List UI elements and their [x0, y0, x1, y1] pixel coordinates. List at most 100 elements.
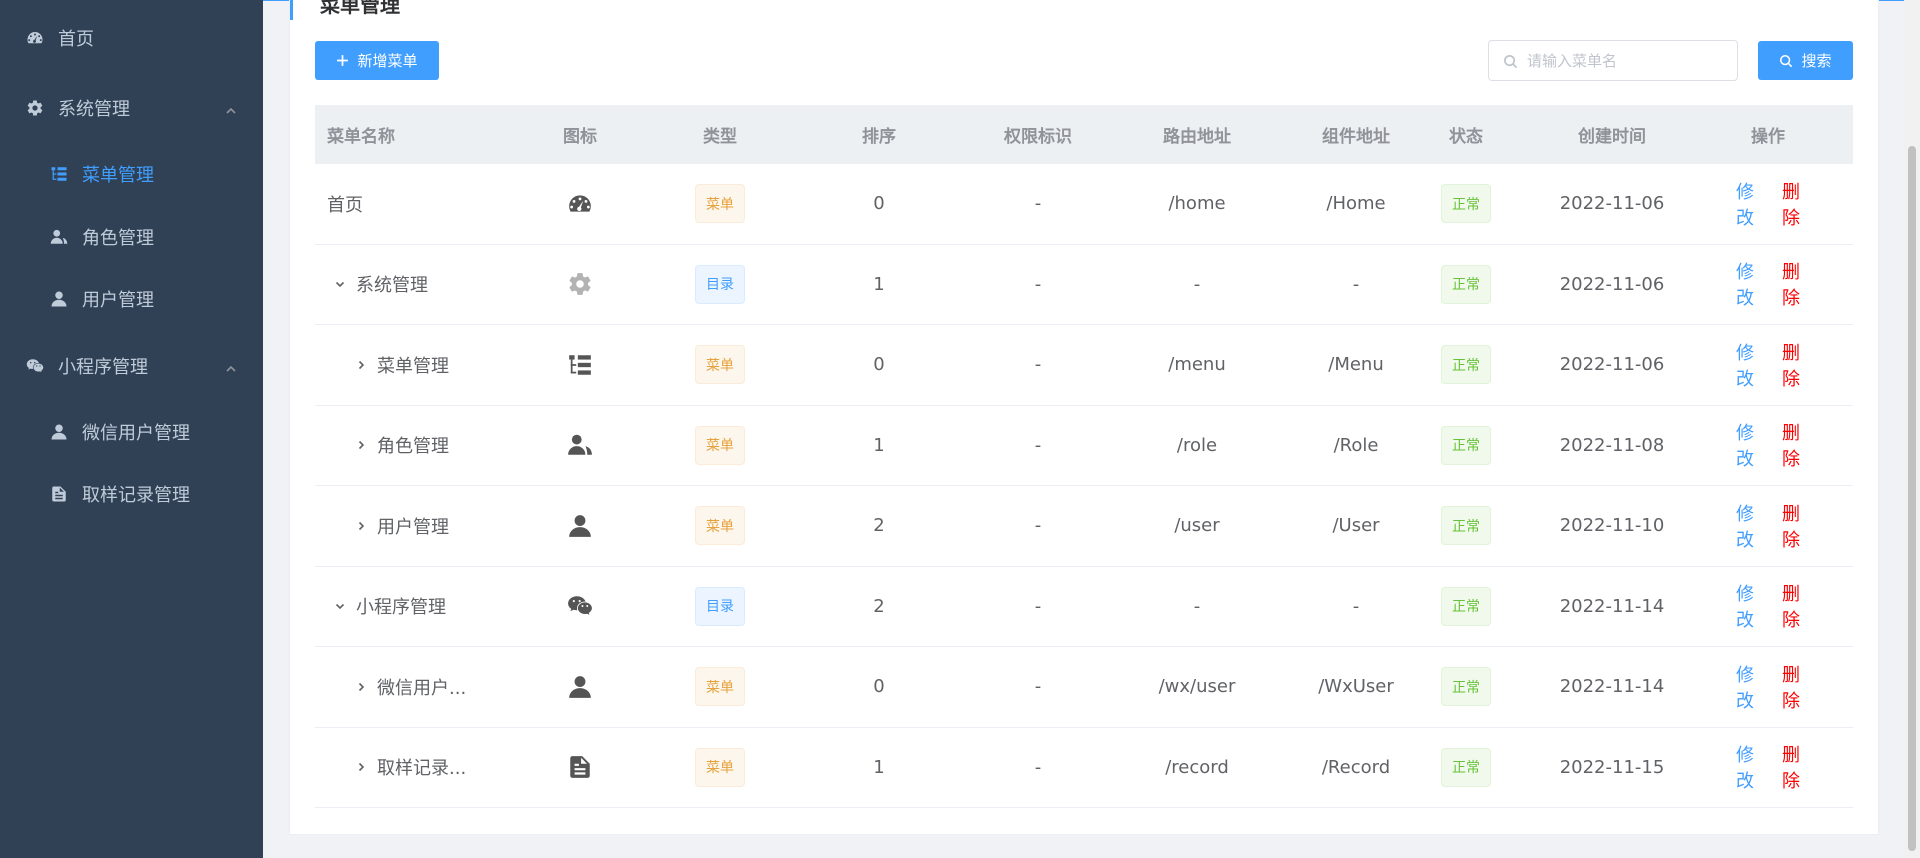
sidebar-item-sample-record-management[interactable]: 取样记录管理	[0, 466, 263, 522]
sidebar-item-label: 小程序管理	[58, 357, 148, 378]
row-name: 小程序管理	[356, 597, 446, 619]
row-path: /role	[1176, 434, 1218, 456]
sidebar-item-home[interactable]: 首页	[0, 10, 263, 66]
sidebar-item-label: 系统管理	[58, 99, 130, 120]
status-badge: 正常	[1441, 425, 1491, 465]
edit-button[interactable]: 修改	[1728, 178, 1762, 230]
user-icon	[520, 513, 640, 539]
chevron-right-icon[interactable]	[353, 518, 369, 534]
wechat-icon	[24, 355, 46, 377]
delete-button[interactable]: 删除	[1774, 258, 1808, 310]
row-sort: 1	[873, 756, 885, 778]
edit-button[interactable]: 修改	[1728, 339, 1762, 391]
row-created: 2022-11-14	[1559, 595, 1665, 617]
status-badge: 正常	[1441, 345, 1491, 385]
user-icon	[520, 674, 640, 700]
row-component: /WxUser	[1318, 676, 1394, 698]
row-perm: -	[1034, 354, 1042, 376]
row-path: -	[1193, 595, 1201, 617]
type-tag: 目录	[695, 586, 745, 626]
header-sort: 排序	[862, 127, 896, 147]
row-sort: 0	[873, 676, 885, 698]
scrollbar-thumb[interactable]	[1908, 146, 1916, 851]
chevron-right-icon[interactable]	[353, 357, 369, 373]
sidebar-item-role-management[interactable]: 角色管理	[0, 209, 263, 265]
sidebar-item-system[interactable]: 系统管理	[0, 80, 263, 136]
chevron-down-icon[interactable]	[332, 598, 348, 614]
chevron-down-icon[interactable]	[332, 276, 348, 292]
row-perm: -	[1034, 273, 1042, 295]
table-row: 菜单管理 菜单 0 - /menu /Menu 正常 2022-11-06 修改…	[315, 325, 1853, 406]
delete-button[interactable]: 删除	[1774, 419, 1808, 471]
edit-button[interactable]: 修改	[1728, 419, 1762, 471]
row-component: /Home	[1326, 193, 1386, 215]
sidebar-item-menu-management[interactable]: 菜单管理	[0, 146, 263, 202]
delete-button[interactable]: 删除	[1774, 500, 1808, 552]
sidebar-item-wechat-user-management[interactable]: 微信用户管理	[0, 404, 263, 460]
sidebar-item-label: 菜单管理	[82, 165, 154, 186]
table-row: 角色管理 菜单 1 - /role /Role 正常 2022-11-08 修改…	[315, 406, 1853, 486]
row-created: 2022-11-10	[1559, 515, 1665, 537]
type-tag: 菜单	[695, 184, 745, 224]
chevron-up-icon	[225, 359, 237, 372]
row-created: 2022-11-15	[1559, 756, 1665, 778]
type-tag: 菜单	[695, 425, 745, 465]
chevron-right-icon[interactable]	[353, 679, 369, 695]
type-tag: 菜单	[695, 345, 745, 385]
status-badge: 正常	[1441, 667, 1491, 707]
type-tag: 菜单	[695, 667, 745, 707]
sidebar-item-user-management[interactable]: 用户管理	[0, 271, 263, 327]
edit-button[interactable]: 修改	[1728, 258, 1762, 310]
delete-button[interactable]: 删除	[1774, 339, 1808, 391]
row-component: /Menu	[1328, 354, 1384, 376]
sidebar-item-label: 角色管理	[82, 228, 154, 249]
document-icon	[520, 754, 640, 780]
row-component: /User	[1332, 515, 1380, 537]
table-row: 小程序管理 目录 2 - - - 正常 2022-11-14 修改 删除	[315, 567, 1853, 647]
row-created: 2022-11-08	[1559, 434, 1665, 456]
chevron-right-icon[interactable]	[353, 437, 369, 453]
delete-button[interactable]: 删除	[1774, 178, 1808, 230]
header-name: 菜单名称	[327, 127, 395, 147]
search-input[interactable]	[1527, 51, 1727, 70]
status-badge: 正常	[1441, 264, 1491, 304]
row-created: 2022-11-06	[1559, 354, 1665, 376]
row-perm: -	[1034, 193, 1042, 215]
page-scrollbar[interactable]	[1904, 0, 1920, 858]
delete-button[interactable]: 删除	[1774, 741, 1808, 793]
tree-list-icon	[520, 352, 640, 378]
sidebar-item-label: 首页	[58, 29, 94, 50]
edit-button[interactable]: 修改	[1728, 741, 1762, 793]
row-name: 菜单管理	[377, 355, 449, 377]
row-sort: 2	[873, 595, 885, 617]
row-perm: -	[1034, 676, 1042, 698]
edit-button[interactable]: 修改	[1728, 580, 1762, 632]
type-tag: 菜单	[695, 747, 745, 787]
status-badge: 正常	[1441, 747, 1491, 787]
row-name: 首页	[327, 194, 363, 216]
chevron-right-icon[interactable]	[353, 759, 369, 775]
search-button-label: 搜索	[1801, 53, 1832, 70]
row-component: /Role	[1333, 434, 1379, 456]
edit-button[interactable]: 修改	[1728, 661, 1762, 713]
add-menu-button[interactable]: 新增菜单	[315, 41, 439, 80]
sidebar-item-miniprogram[interactable]: 小程序管理	[0, 338, 263, 394]
row-component: /Record	[1321, 756, 1391, 778]
user-icon	[48, 421, 70, 443]
row-created: 2022-11-14	[1559, 676, 1665, 698]
gear-icon	[24, 97, 46, 119]
type-tag: 目录	[695, 264, 745, 304]
edit-button[interactable]: 修改	[1728, 500, 1762, 552]
row-path: /home	[1168, 193, 1226, 215]
search-icon	[1504, 55, 1518, 69]
header-icon: 图标	[563, 127, 597, 147]
row-perm: -	[1034, 515, 1042, 537]
sidebar-item-label: 取样记录管理	[82, 485, 190, 506]
delete-button[interactable]: 删除	[1774, 580, 1808, 632]
row-sort: 0	[873, 354, 885, 376]
row-perm: -	[1034, 434, 1042, 456]
delete-button[interactable]: 删除	[1774, 661, 1808, 713]
status-badge: 正常	[1441, 184, 1491, 224]
search-button[interactable]: 搜索	[1758, 41, 1853, 80]
search-field[interactable]	[1488, 40, 1738, 81]
